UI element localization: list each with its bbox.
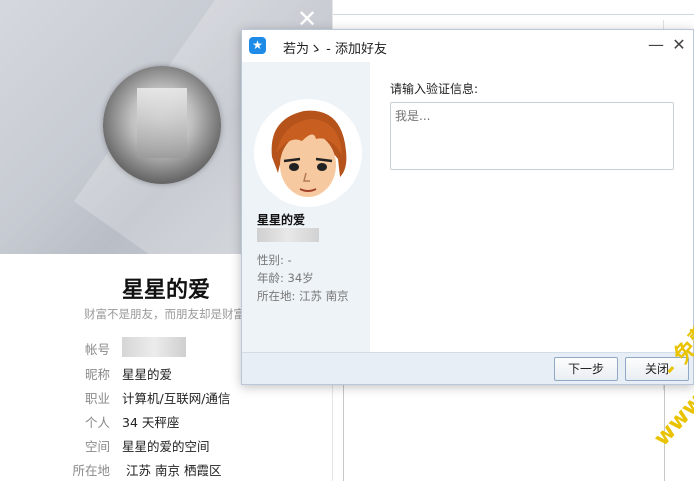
info-key: 所在地 (72, 463, 110, 478)
info-row-space: 空间 星星的爱的空间 (0, 436, 332, 456)
info-row-job: 职业 计算机/互联网/通信 (0, 388, 332, 408)
avatar-image (137, 88, 187, 158)
verify-message-input[interactable] (390, 102, 674, 170)
add-friend-dialog: ★ 若为ゝ - 添加好友 — ✕ 星星的爱 性别: - 年龄: 34岁 所在地:… (241, 29, 694, 385)
background-divider (333, 14, 694, 15)
dialog-footer: 下一步 关闭 (242, 352, 693, 384)
dialog-title: 若为ゝ - 添加好友 (283, 42, 387, 57)
info-value: 计算机/互联网/通信 (122, 391, 231, 406)
qq-logo-icon: ★ (249, 37, 266, 54)
verification-panel: 请输入验证信息: (370, 62, 693, 352)
info-key: 空间 (84, 439, 110, 454)
cartoon-face-icon (256, 101, 360, 205)
friend-age: 年龄: 34岁 (257, 271, 314, 285)
info-row-location: 所在地 江苏 南京 栖霞区 (0, 460, 332, 480)
account-value-redacted (122, 337, 186, 357)
avatar[interactable] (103, 66, 221, 184)
info-key: 昵称 (84, 367, 110, 382)
close-icon[interactable]: ✕ (670, 36, 688, 54)
info-value: 江苏 南京 栖霞区 (126, 463, 222, 478)
info-value: 星星的爱 (122, 367, 173, 382)
close-button[interactable]: 关闭 (625, 357, 689, 381)
friend-info-panel: 星星的爱 性别: - 年龄: 34岁 所在地: 江苏 南京 (242, 62, 370, 352)
info-key: 职业 (84, 391, 110, 406)
info-row-personal: 个人 34 天秤座 (0, 412, 332, 432)
dialog-titlebar[interactable]: ★ 若为ゝ - 添加好友 — ✕ (242, 30, 693, 62)
info-value: 34 天秤座 (122, 415, 180, 430)
info-key: 个人 (84, 415, 110, 430)
friend-name: 星星的爱 (257, 213, 306, 227)
friend-location: 所在地: 江苏 南京 (257, 289, 349, 303)
friend-gender: 性别: - (257, 253, 292, 267)
friend-avatar (254, 99, 362, 207)
next-button[interactable]: 下一步 (554, 357, 618, 381)
minimize-icon[interactable]: — (647, 36, 665, 54)
verify-label: 请输入验证信息: (390, 82, 479, 96)
background-panel (343, 382, 665, 481)
close-icon[interactable]: ✕ (296, 7, 318, 31)
qzone-link[interactable]: 星星的爱的空间 (122, 436, 210, 455)
info-key: 帐号 (84, 342, 110, 357)
friend-id-redacted (257, 228, 319, 242)
